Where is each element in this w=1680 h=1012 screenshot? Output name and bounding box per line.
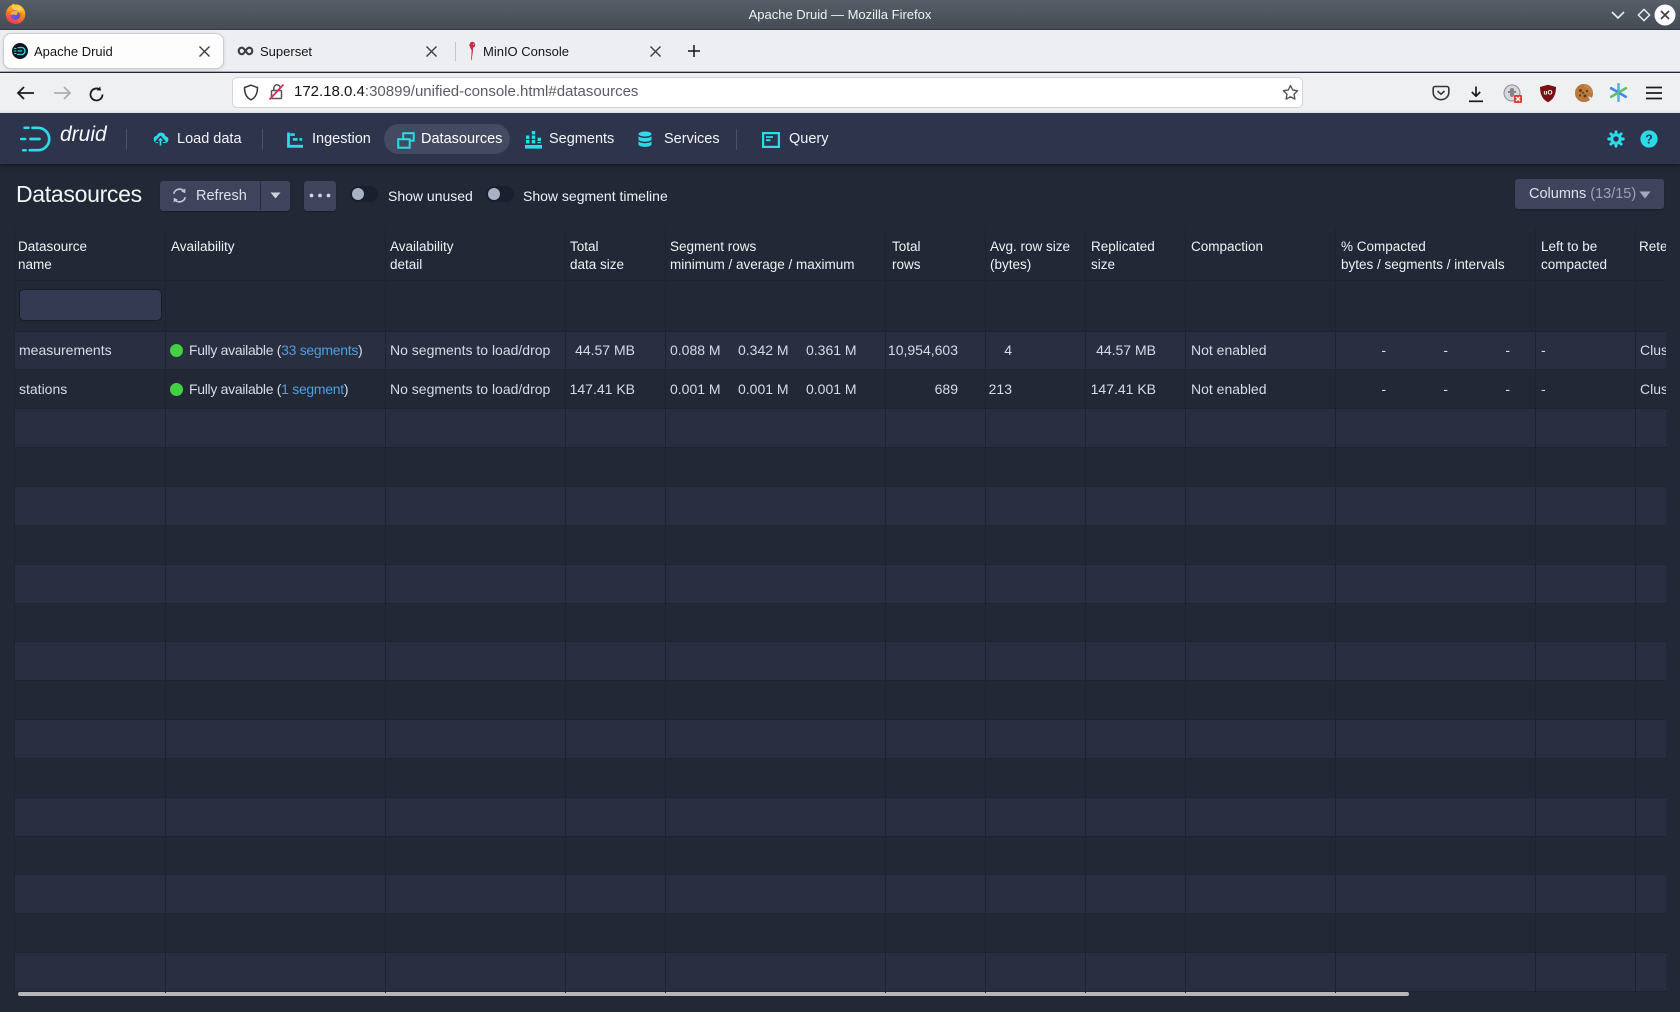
svg-text:uO: uO [1543, 90, 1552, 97]
svg-text:?: ? [1645, 133, 1653, 147]
